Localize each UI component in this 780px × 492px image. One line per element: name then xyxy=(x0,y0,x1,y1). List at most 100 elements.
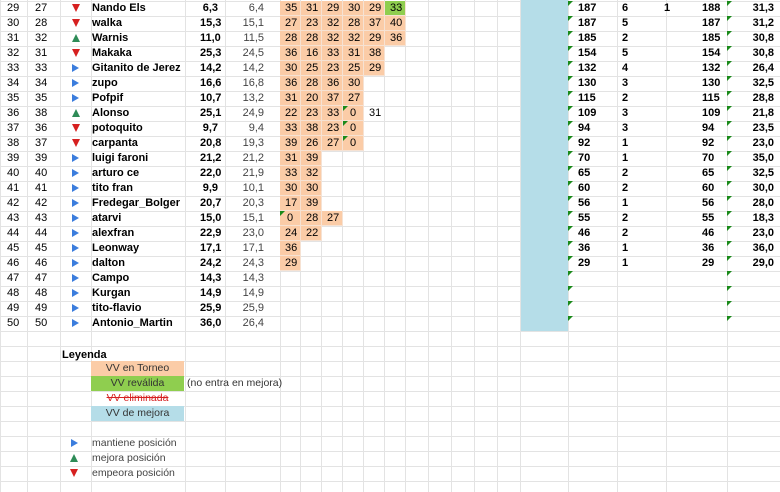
vv-cell: 27 xyxy=(322,211,343,226)
vv-cell: 36 xyxy=(280,241,301,256)
vv-cell: 30 xyxy=(343,76,364,91)
legend-revalida: VV reválida xyxy=(91,376,184,391)
score-a: 25,9 xyxy=(200,302,222,314)
flag-icon xyxy=(727,31,732,36)
vv-cell: 25 xyxy=(301,61,322,76)
vv-cell: 28 xyxy=(301,31,322,46)
player-name: dalton xyxy=(92,257,125,269)
best-score: 60 xyxy=(702,182,715,194)
vv-cell: 30 xyxy=(280,181,301,196)
best-score: 46 xyxy=(702,227,715,239)
total-score: 70 xyxy=(578,152,591,164)
vv-cell: 23 xyxy=(301,16,322,31)
vv-cell: 0 xyxy=(343,121,364,136)
triangle-down-icon xyxy=(70,469,78,478)
flag-icon xyxy=(727,76,732,81)
best-score: 188 xyxy=(702,2,721,14)
flag-icon xyxy=(727,166,732,171)
trend-indicator xyxy=(72,31,80,46)
position: 44 xyxy=(35,227,48,239)
games-count: 3 xyxy=(622,77,629,89)
average: 31,3 xyxy=(752,2,774,14)
flag-icon xyxy=(343,136,348,141)
row-number: 33 xyxy=(7,62,20,74)
trend-indicator xyxy=(72,106,80,121)
flag-icon xyxy=(727,91,732,96)
trend-indicator xyxy=(72,61,79,76)
flag-icon xyxy=(568,256,573,261)
trend-indicator xyxy=(72,256,79,271)
trend-indicator xyxy=(72,301,79,316)
row-number: 36 xyxy=(7,107,20,119)
score-b: 15,1 xyxy=(242,17,264,29)
triangle-right-icon xyxy=(72,169,79,178)
flag-icon xyxy=(568,226,573,231)
vv-cell: 32 xyxy=(322,16,343,31)
trend-indicator xyxy=(72,316,79,331)
average xyxy=(740,301,774,316)
total-score: 46 xyxy=(578,227,591,239)
total-score: 154 xyxy=(578,47,597,59)
vv-cell: 31 xyxy=(301,1,322,16)
average: 21,8 xyxy=(752,107,774,119)
score-a: 36,0 xyxy=(200,317,222,329)
total-score: 115 xyxy=(578,92,596,104)
score-b: 17,1 xyxy=(242,242,264,254)
games-count: 2 xyxy=(622,167,629,179)
vv-cell: 38 xyxy=(364,46,385,61)
vv-cell: 31 xyxy=(343,46,364,61)
trend-indicator xyxy=(72,46,80,61)
row-number: 45 xyxy=(7,242,20,254)
triangle-right-icon xyxy=(72,79,79,88)
player-name: potoquito xyxy=(92,122,143,134)
score-b: 21,2 xyxy=(242,152,264,164)
flag-icon xyxy=(568,16,573,21)
row-number: 43 xyxy=(7,212,20,224)
player-name: luigi faroni xyxy=(92,152,149,164)
triangle-right-icon xyxy=(72,259,79,268)
average: 32,5 xyxy=(752,167,774,179)
flag-icon xyxy=(568,76,573,81)
games-count: 3 xyxy=(622,122,629,134)
flag-icon xyxy=(727,16,732,21)
vv-cell: 30 xyxy=(280,61,301,76)
score-a: 10,7 xyxy=(200,92,222,104)
games-count: 1 xyxy=(622,152,629,164)
triangle-right-icon xyxy=(72,184,79,193)
triangle-down-icon xyxy=(72,139,80,148)
position: 45 xyxy=(35,242,48,254)
vv-cell: 31 xyxy=(280,151,301,166)
flag-icon xyxy=(568,1,573,6)
best-score: 132 xyxy=(702,62,721,74)
flag-icon xyxy=(568,91,573,96)
score-b: 10,1 xyxy=(242,182,264,194)
score-a: 15,3 xyxy=(200,17,222,29)
games-count: 2 xyxy=(622,182,629,194)
flag-icon xyxy=(727,136,732,141)
trend-indicator xyxy=(72,121,80,136)
flag-icon xyxy=(727,196,732,201)
row-number: 34 xyxy=(7,77,20,89)
legend-down-row xyxy=(70,466,78,481)
triangle-down-icon xyxy=(72,124,80,133)
best-score: 130 xyxy=(702,77,721,89)
best-score: 55 xyxy=(702,212,715,224)
vv-cell: 28 xyxy=(301,76,322,91)
legend-down: empeora posición xyxy=(92,467,175,479)
flag-icon xyxy=(568,151,573,156)
best-score: 115 xyxy=(702,92,720,104)
flag-icon xyxy=(343,121,348,126)
vv-cell: 20 xyxy=(301,91,322,106)
trend-indicator xyxy=(72,166,79,181)
flag-icon xyxy=(727,226,732,231)
player-name: Leonway xyxy=(92,242,140,254)
total-score: 65 xyxy=(578,167,591,179)
row-number: 48 xyxy=(7,287,20,299)
best-score: 109 xyxy=(702,107,721,119)
trend-indicator xyxy=(72,16,80,31)
triangle-down-icon xyxy=(72,4,80,13)
best-score: 70 xyxy=(702,152,715,164)
flag-icon xyxy=(727,106,732,111)
average: 36,0 xyxy=(752,242,774,254)
score-a: 11,0 xyxy=(200,32,221,44)
